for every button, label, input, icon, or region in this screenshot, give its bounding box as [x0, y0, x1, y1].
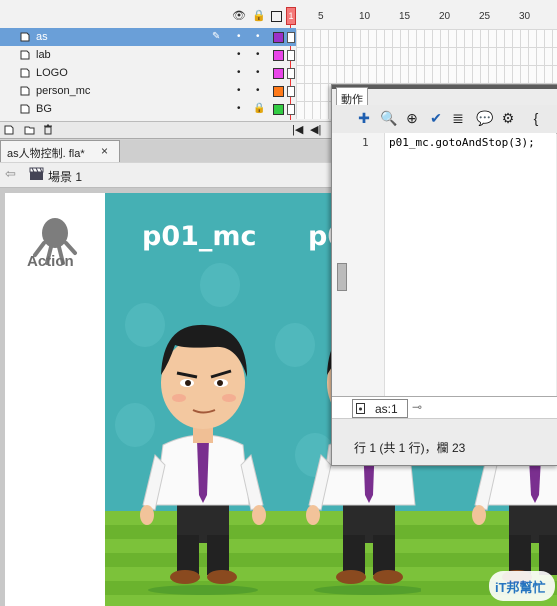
layer-row-logo[interactable]: LOGO • • — [0, 64, 296, 82]
logo-text: Action — [27, 253, 74, 270]
playhead[interactable]: 1 — [286, 7, 296, 25]
layer-page-icon — [20, 32, 30, 42]
watermark-text: iT邦幫忙 — [495, 580, 546, 595]
visibility-dot[interactable]: • — [237, 49, 241, 60]
check-syntax-icon[interactable]: ✔ — [428, 110, 444, 126]
code-hint-icon[interactable]: 💬 — [476, 110, 493, 126]
watermark-badge: iT邦幫忙 — [489, 571, 555, 601]
ruler-number: 10 — [359, 11, 371, 22]
lock-dot[interactable]: • — [256, 31, 260, 42]
script-tab-label: as:1 — [375, 402, 398, 416]
timeline-header: 👁 🔒 5 10 15 20 25 30 — [0, 6, 557, 24]
pin-icon[interactable]: ⊸ — [412, 400, 422, 414]
layer-name: person_mc — [36, 85, 91, 97]
new-layer-icon[interactable] — [4, 125, 14, 135]
eye-icon[interactable]: 👁 — [232, 9, 246, 22]
debug-options-icon[interactable]: ⚙ — [500, 110, 516, 126]
code-line[interactable]: p01_mc.gotoAndStop(3); — [389, 136, 535, 149]
keyframe[interactable] — [287, 86, 295, 97]
keyframe[interactable] — [287, 104, 295, 115]
layer-color-swatch[interactable] — [273, 104, 284, 115]
character-p01[interactable] — [125, 305, 275, 595]
panel-collapse-handle[interactable] — [337, 263, 347, 291]
outline-icon[interactable] — [271, 11, 282, 22]
target-path-icon[interactable]: ⊕ — [404, 110, 420, 126]
ruler-number: 25 — [479, 11, 491, 22]
expand-icon[interactable]: { — [528, 110, 544, 126]
cursor-status: 行 1 (共 1 行)，欄 23 — [354, 441, 466, 455]
actions-statusbar: 行 1 (共 1 行)，欄 23 — [332, 418, 557, 463]
script-tab[interactable]: as:1 — [352, 399, 408, 418]
lock-dot[interactable]: • — [256, 67, 260, 78]
document-tab[interactable]: as人物控制. fla* × — [0, 140, 120, 162]
lock-dot[interactable]: • — [256, 85, 260, 96]
actions-toolbar: ✚ 🔍 ⊕ ✔ ≣ 💬 ⚙ { — [332, 105, 557, 134]
script-file-icon — [356, 403, 365, 414]
layer-color-swatch[interactable] — [273, 32, 284, 43]
visibility-dot[interactable]: • — [237, 85, 241, 96]
actions-tab[interactable]: 動作 — [336, 87, 368, 106]
logo-panel: Action — [5, 193, 105, 606]
instance-label: p01_mc — [142, 221, 257, 252]
layer-page-icon — [20, 86, 30, 96]
ruler-number: 15 — [399, 11, 411, 22]
layer-row-bg[interactable]: BG • 🔒 — [0, 100, 296, 118]
close-icon[interactable]: × — [101, 144, 108, 158]
add-statement-icon[interactable]: ✚ — [356, 110, 372, 126]
step-back-icon[interactable]: ◀| — [310, 123, 321, 136]
back-arrow-icon[interactable]: ⇦ — [5, 166, 16, 182]
ruler-number: 30 — [519, 11, 531, 22]
pencil-icon: ✎ — [212, 31, 221, 42]
layer-name: LOGO — [36, 67, 68, 79]
document-tab-label: as人物控制. fla* — [7, 148, 85, 160]
visibility-dot[interactable]: • — [237, 31, 241, 42]
visibility-dot[interactable]: • — [237, 103, 241, 114]
layer-row-person-mc[interactable]: person_mc • • — [0, 82, 296, 100]
visibility-dot[interactable]: • — [237, 67, 241, 78]
auto-format-icon[interactable]: ≣ — [450, 110, 466, 126]
layer-page-icon — [20, 50, 30, 60]
layer-row-lab[interactable]: lab • • — [0, 46, 296, 64]
keyframe[interactable] — [287, 32, 295, 43]
layer-row-as[interactable]: as ✎ • • — [0, 28, 296, 46]
layer-page-icon — [20, 104, 30, 114]
scene-label[interactable]: 場景 1 — [48, 168, 82, 185]
ruler-number: 5 — [318, 11, 324, 22]
new-folder-icon[interactable] — [24, 125, 35, 135]
layer-color-swatch[interactable] — [273, 86, 284, 97]
rewind-icon[interactable]: |◀ — [292, 123, 303, 136]
lock-dot[interactable]: • — [256, 49, 260, 60]
ruler-number: 20 — [439, 11, 451, 22]
keyframe[interactable] — [287, 50, 295, 61]
lock-icon[interactable]: 🔒 — [253, 103, 265, 114]
layer-color-swatch[interactable] — [273, 68, 284, 79]
actions-panel[interactable]: 動作 ✚ 🔍 ⊕ ✔ ≣ 💬 ⚙ { 1 p01_mc.gotoAndStop(… — [331, 84, 557, 466]
scene-clapper-icon — [29, 167, 44, 180]
line-number: 1 — [362, 136, 369, 149]
keyframe[interactable] — [287, 68, 295, 79]
script-tab-bar: as:1 ⊸ — [332, 396, 557, 419]
code-editor[interactable]: p01_mc.gotoAndStop(3); — [385, 133, 556, 396]
layer-page-icon — [20, 68, 30, 78]
layer-color-swatch[interactable] — [273, 50, 284, 61]
layer-name: BG — [36, 103, 52, 115]
trash-icon[interactable] — [43, 124, 53, 135]
layer-name: lab — [36, 49, 51, 61]
lock-icon[interactable]: 🔒 — [252, 9, 266, 22]
layer-name: as — [36, 31, 48, 43]
find-icon[interactable]: 🔍 — [380, 110, 397, 126]
